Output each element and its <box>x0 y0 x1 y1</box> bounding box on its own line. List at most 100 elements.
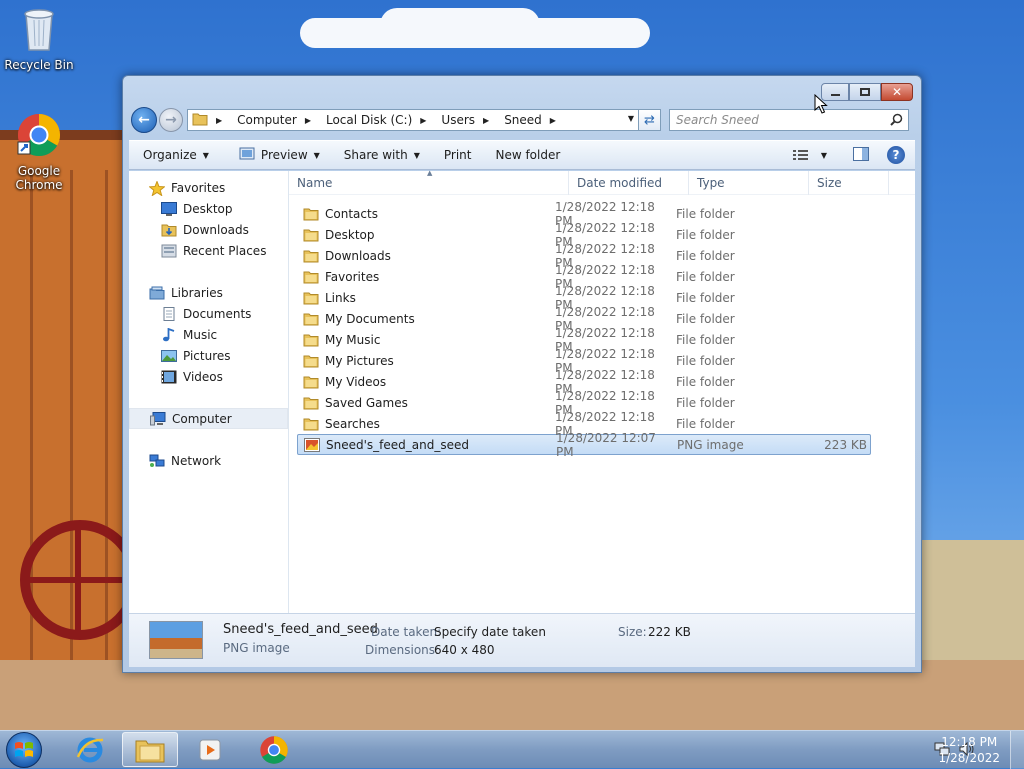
file-name: My Music <box>325 332 381 347</box>
details-date-taken-value[interactable]: Specify date taken <box>434 625 546 639</box>
nav-pictures[interactable]: Pictures <box>129 345 288 366</box>
nav-libraries[interactable]: Libraries <box>129 282 288 303</box>
nav-network[interactable]: Network <box>129 450 288 471</box>
preview-pane-button[interactable] <box>853 146 869 164</box>
wallpaper-fence <box>914 540 1024 660</box>
nav-documents[interactable]: Documents <box>129 303 288 324</box>
explorer-window: ✕ ← → ▶ Computer ▶ Local Disk (C:) ▶ Use… <box>122 75 922 673</box>
close-button[interactable]: ✕ <box>881 83 913 101</box>
file-name-cell: Links <box>297 291 555 305</box>
breadcrumb-separator[interactable]: ▶ <box>305 116 318 125</box>
close-icon: ✕ <box>891 85 903 99</box>
maximize-icon <box>860 88 870 96</box>
taskbar-windows-explorer[interactable] <box>122 732 178 767</box>
file-row[interactable]: Sneed's_feed_and_seed 1/28/2022 12:07 PM P… <box>297 431 871 459</box>
breadcrumb-local-disk[interactable]: Local Disk (C:) <box>326 113 412 127</box>
folder-icon <box>303 270 319 284</box>
address-bar[interactable]: ▶ Computer ▶ Local Disk (C:) ▶ Users ▶ S… <box>187 109 639 131</box>
view-controls: ▼ ? <box>792 146 915 164</box>
file-name-cell: Saved Games <box>297 396 555 410</box>
folder-icon <box>303 291 319 305</box>
help-icon[interactable]: ? <box>887 146 905 164</box>
address-history-dropdown-icon[interactable]: ▼ <box>628 114 634 123</box>
file-name: Desktop <box>325 227 375 242</box>
file-type: File folder <box>676 395 735 410</box>
wallpaper-wheel-spoke <box>25 577 135 583</box>
network-icon <box>149 454 165 468</box>
forward-button[interactable]: → <box>159 108 183 132</box>
sort-ascending-icon: ▲ <box>427 168 433 177</box>
file-type: File folder <box>676 353 735 368</box>
folder-icon <box>303 312 319 326</box>
chrome-icon <box>260 735 288 764</box>
breadcrumb-sneed[interactable]: Sneed <box>504 113 542 127</box>
column-header-size[interactable]: Size <box>809 170 889 195</box>
breadcrumb-separator[interactable]: ▶ <box>216 116 229 125</box>
new-folder-button[interactable]: New folder <box>483 141 572 169</box>
file-name: Contacts <box>325 206 378 221</box>
column-header-date-modified[interactable]: Date modified <box>569 170 689 195</box>
file-type: PNG image <box>677 437 744 452</box>
file-type: File folder <box>676 332 735 347</box>
details-dimensions-label: Dimensions: <box>365 643 440 657</box>
nav-recent-places[interactable]: Recent Places <box>129 240 288 261</box>
minimize-icon <box>830 93 840 96</box>
taskbar-media-player[interactable] <box>182 732 238 767</box>
column-header-type[interactable]: Type <box>689 170 809 195</box>
organize-button[interactable]: Organize ▼ <box>129 141 221 169</box>
taskbar-clock[interactable]: 12:18 PM 1/28/2022 <box>938 734 1000 766</box>
taskbar: 12:18 PM 1/28/2022 <box>0 730 1024 769</box>
file-name: Searches <box>325 416 380 431</box>
mouse-cursor-icon <box>814 93 828 117</box>
nav-computer[interactable]: Computer <box>129 408 288 429</box>
file-name-cell: My Music <box>297 333 555 347</box>
back-button[interactable]: ← <box>131 107 157 133</box>
maximize-button[interactable] <box>849 83 881 101</box>
internet-explorer-icon <box>76 737 104 762</box>
desktop-icon-google-chrome[interactable]: Google Chrome <box>1 112 77 192</box>
nav-favorites[interactable]: Favorites <box>129 177 288 198</box>
refresh-button[interactable]: ⇄ <box>639 109 661 131</box>
file-name-cell: Desktop <box>297 228 555 242</box>
file-name: My Videos <box>325 374 387 389</box>
breadcrumb-separator[interactable]: ▶ <box>483 116 496 125</box>
desktop-icon-recycle-bin[interactable]: Recycle Bin <box>1 6 77 72</box>
nav-downloads[interactable]: Downloads <box>129 219 288 240</box>
wallpaper-cloud <box>380 8 540 42</box>
nav-music[interactable]: Music <box>129 324 288 345</box>
breadcrumb-users[interactable]: Users <box>441 113 475 127</box>
clock-date: 1/28/2022 <box>938 751 1000 765</box>
change-view-button[interactable]: ▼ <box>792 149 827 161</box>
folder-icon <box>303 354 319 368</box>
folder-icon <box>303 417 319 431</box>
file-name: My Pictures <box>325 353 394 368</box>
breadcrumb-separator[interactable]: ▶ <box>550 116 563 125</box>
folder-icon <box>303 375 319 389</box>
share-with-button[interactable]: Share with ▼ <box>332 141 432 169</box>
chevron-down-icon: ▼ <box>820 150 827 160</box>
breadcrumb-separator[interactable]: ▶ <box>420 116 433 125</box>
file-type: File folder <box>676 269 735 284</box>
file-type: File folder <box>676 290 735 305</box>
file-type: File folder <box>676 248 735 263</box>
print-button[interactable]: Print <box>432 141 484 169</box>
details-size-value: 222 KB <box>648 625 691 639</box>
libraries-icon <box>149 286 165 300</box>
nav-desktop[interactable]: Desktop <box>129 198 288 219</box>
taskbar-google-chrome[interactable] <box>246 732 302 767</box>
details-size-label: Size: <box>618 625 647 639</box>
taskbar-internet-explorer[interactable] <box>62 732 118 767</box>
show-desktop-button[interactable] <box>1010 731 1024 769</box>
breadcrumb-computer[interactable]: Computer <box>237 113 297 127</box>
folder-icon <box>303 333 319 347</box>
search-input[interactable]: Search Sneed <box>669 109 909 131</box>
details-file-kind: PNG image <box>223 641 290 655</box>
folder-icon <box>192 112 208 129</box>
preview-button[interactable]: Preview ▼ <box>221 141 332 169</box>
column-header-name[interactable]: ▲ Name <box>289 168 569 195</box>
nav-videos[interactable]: Videos <box>129 366 288 387</box>
navigation-pane: Favorites Desktop Downloads Recent Place… <box>129 171 289 613</box>
details-dimensions-value: 640 x 480 <box>434 643 495 657</box>
start-button[interactable] <box>6 732 42 768</box>
file-type: File folder <box>676 416 735 431</box>
